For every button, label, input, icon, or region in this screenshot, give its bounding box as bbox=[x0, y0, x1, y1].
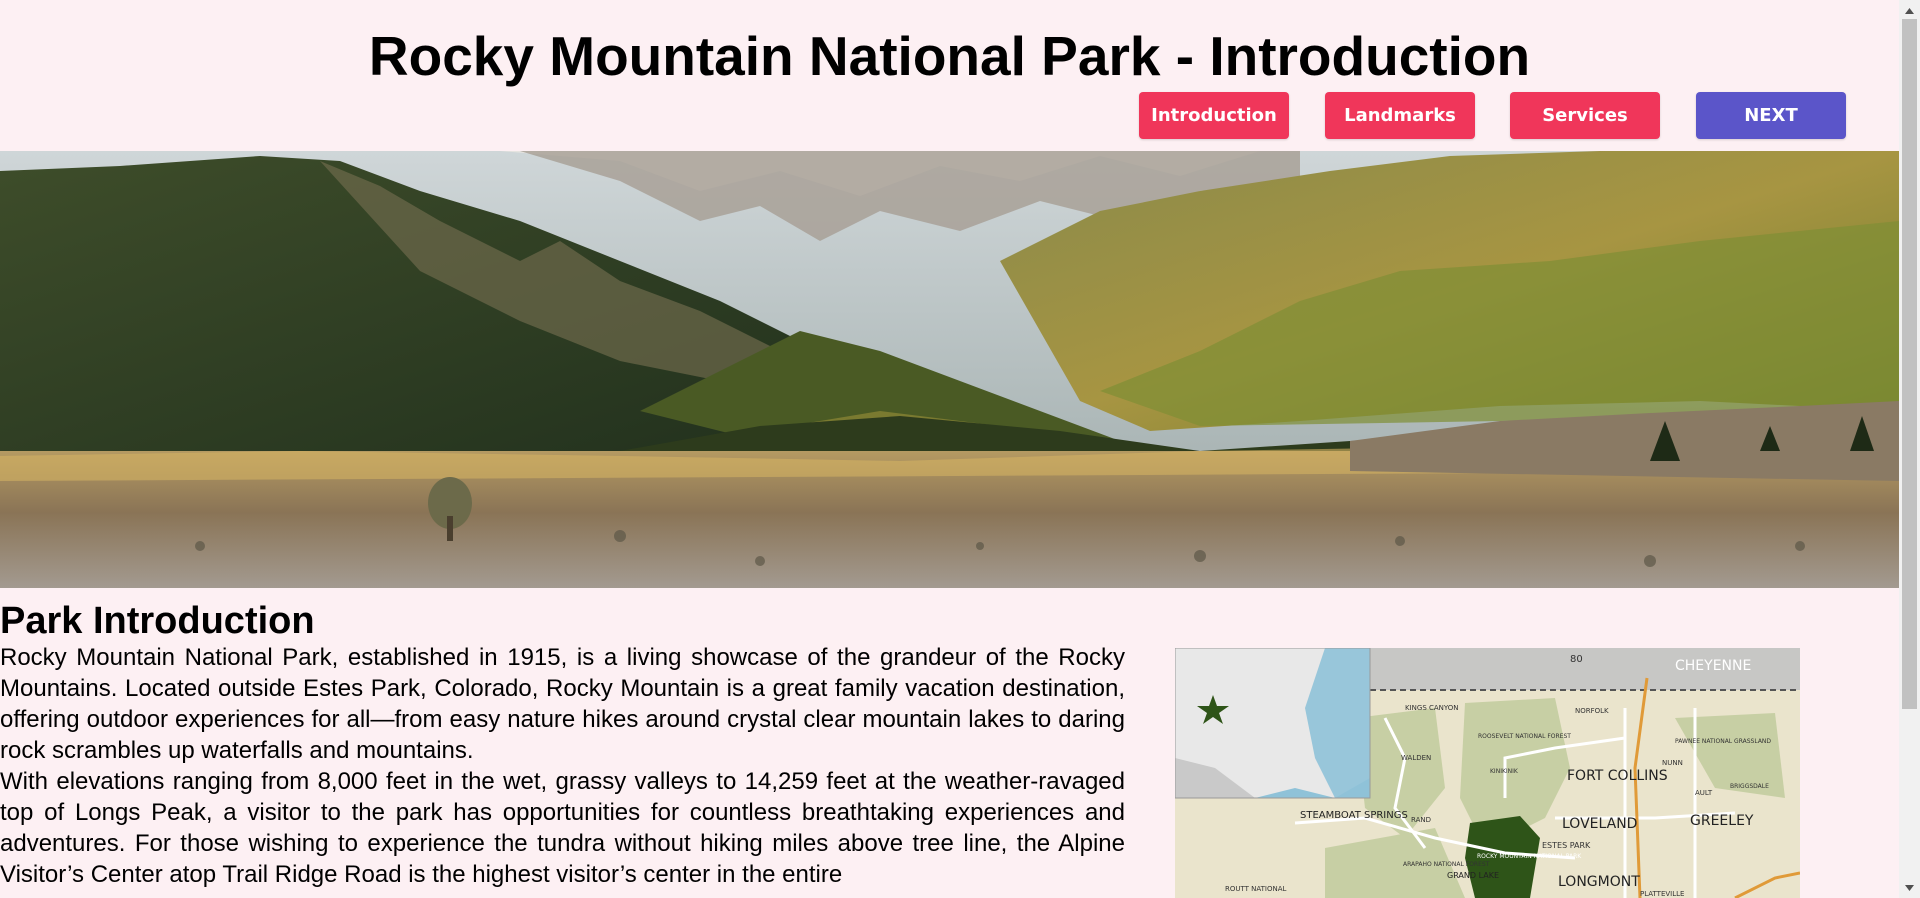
map-label-rand: RAND bbox=[1411, 816, 1431, 824]
next-button[interactable]: NEXT bbox=[1696, 92, 1846, 139]
map-label-cheyenne: CHEYENNE bbox=[1675, 658, 1751, 674]
map-label-loveland: LOVELAND bbox=[1562, 816, 1637, 832]
map-label-greeley: GREELEY bbox=[1690, 813, 1754, 829]
map-label-kinikinik: KINIKINIK bbox=[1490, 768, 1519, 775]
map-label-roosevelt: ROOSEVELT NATIONAL FOREST bbox=[1478, 733, 1571, 740]
hero-image bbox=[0, 151, 1899, 588]
map-label-briggsdale: BRIGGSDALE bbox=[1730, 783, 1769, 790]
map-label-longmont: LONGMONT bbox=[1558, 874, 1640, 890]
section-heading: Park Introduction bbox=[0, 600, 315, 642]
page: Rocky Mountain National Park - Introduct… bbox=[0, 0, 1899, 898]
map-label-norfolk: NORFOLK bbox=[1575, 707, 1609, 715]
map-label-highway: 80 bbox=[1570, 654, 1583, 665]
map-label-steamboat: STEAMBOAT SPRINGS bbox=[1300, 810, 1408, 821]
map-label-ault: AULT bbox=[1695, 789, 1713, 797]
intro-text: Rocky Mountain National Park, establishe… bbox=[0, 642, 1125, 890]
map-label-rmnp: ROCKY MOUNTAIN NATIONAL PARK bbox=[1477, 853, 1582, 860]
map-label-nunn: NUNN bbox=[1662, 759, 1683, 767]
map-label-arapaho: ARAPAHO NATIONAL FOREST bbox=[1403, 861, 1490, 868]
map-label-pawnee: PAWNEE NATIONAL GRASSLAND bbox=[1675, 738, 1771, 745]
map-label-estes-park: ESTES PARK bbox=[1542, 841, 1591, 850]
map-label-grand-lake: GRAND LAKE bbox=[1447, 871, 1499, 880]
nav-landmarks-button[interactable]: Landmarks bbox=[1325, 92, 1475, 139]
scrollbar-thumb[interactable] bbox=[1902, 19, 1917, 709]
map-label-walden: WALDEN bbox=[1401, 754, 1431, 762]
scroll-down-arrow-icon[interactable] bbox=[1899, 879, 1920, 896]
intro-paragraph: Rocky Mountain National Park, establishe… bbox=[0, 644, 1125, 764]
nav-bar: Introduction Landmarks Services NEXT bbox=[0, 92, 1899, 139]
map-label-platteville: PLATTEVILLE bbox=[1640, 890, 1684, 898]
nav-introduction-button[interactable]: Introduction bbox=[1139, 92, 1289, 139]
vertical-scrollbar[interactable] bbox=[1899, 0, 1920, 898]
intro-paragraph: With elevations ranging from 8,000 feet … bbox=[0, 768, 1125, 888]
park-location-map: CHEYENNE 80 KINGS CANYON ROOSEVELT NATIO… bbox=[1175, 648, 1800, 898]
nav-services-button[interactable]: Services bbox=[1510, 92, 1660, 139]
map-label-fort-collins: FORT COLLINS bbox=[1567, 768, 1668, 784]
map-label-kings-canyon: KINGS CANYON bbox=[1405, 704, 1459, 712]
scroll-up-arrow-icon[interactable] bbox=[1899, 2, 1920, 19]
map-label-routt: ROUTT NATIONAL bbox=[1225, 885, 1287, 893]
page-title: Rocky Mountain National Park - Introduct… bbox=[368, 25, 1531, 87]
